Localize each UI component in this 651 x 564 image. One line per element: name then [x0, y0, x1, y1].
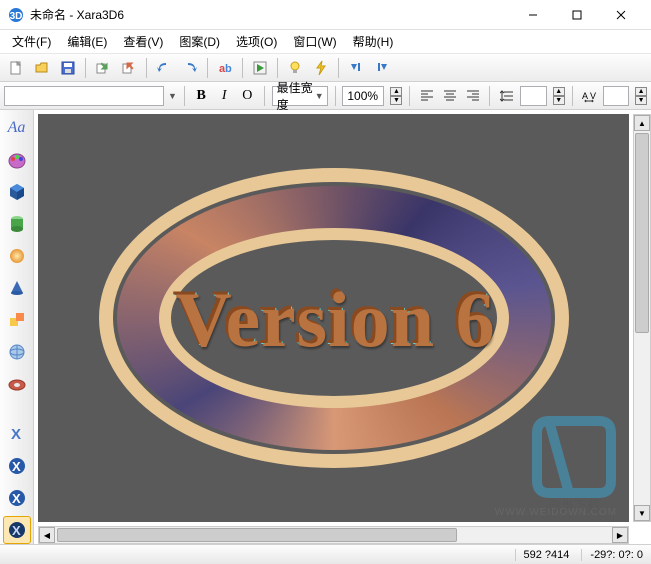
- x-tool-4[interactable]: X: [3, 516, 31, 544]
- status-coords: 592 ?414: [515, 549, 570, 561]
- svg-text:X: X: [12, 523, 21, 538]
- zoom-value: 100%: [347, 89, 378, 103]
- svg-text:X: X: [12, 491, 21, 506]
- 3d-scene: Version 6: [99, 168, 569, 468]
- sphere-tool[interactable]: [3, 242, 31, 270]
- horizontal-scroll-thumb[interactable]: [57, 528, 457, 542]
- status-angle: -29?: 0?: 0: [581, 549, 643, 561]
- fit-mode-select[interactable]: 最佳宽度▼: [272, 86, 328, 106]
- menu-edit[interactable]: 编辑(E): [59, 30, 115, 53]
- menu-view[interactable]: 查看(V): [115, 30, 171, 53]
- bulb-icon[interactable]: [283, 57, 307, 79]
- menu-file[interactable]: 文件(F): [4, 30, 59, 53]
- cone-tool[interactable]: [3, 274, 31, 302]
- torus-tool[interactable]: [3, 370, 31, 398]
- font-select[interactable]: [4, 86, 164, 106]
- fit-mode-label: 最佳宽度: [277, 79, 314, 113]
- italic-button[interactable]: I: [215, 85, 234, 107]
- align-left-button[interactable]: [417, 85, 436, 107]
- scroll-right-button[interactable]: ▶: [612, 527, 628, 543]
- vertical-scroll-thumb[interactable]: [635, 133, 649, 333]
- cylinder-tool[interactable]: [3, 210, 31, 238]
- palette-tool[interactable]: [3, 146, 31, 174]
- window-title: 未命名 - Xara3D6: [30, 6, 511, 23]
- svg-text:3D: 3D: [10, 11, 23, 22]
- open-button[interactable]: [30, 57, 54, 79]
- flash-icon[interactable]: [309, 57, 333, 79]
- menu-design[interactable]: 图案(D): [171, 30, 228, 53]
- close-button[interactable]: [599, 0, 643, 30]
- line-spacing-spinner[interactable]: ▲▼: [553, 87, 565, 105]
- menu-window[interactable]: 窗口(W): [285, 30, 344, 53]
- undo-button[interactable]: [152, 57, 176, 79]
- align-center-button[interactable]: [440, 85, 459, 107]
- main-toolbar: ab: [0, 54, 651, 82]
- svg-text:b: b: [225, 63, 232, 75]
- scroll-up-button[interactable]: ▲: [634, 115, 650, 131]
- x-tool-1[interactable]: X: [3, 420, 31, 448]
- menu-options[interactable]: 选项(O): [228, 30, 285, 53]
- scroll-left-button[interactable]: ◀: [39, 527, 55, 543]
- maximize-button[interactable]: [555, 0, 599, 30]
- anim-prev-button[interactable]: [344, 57, 368, 79]
- text-button[interactable]: ab: [213, 57, 237, 79]
- menu-bar: 文件(F) 编辑(E) 查看(V) 图案(D) 选项(O) 窗口(W) 帮助(H…: [0, 30, 651, 54]
- canvas-area: Version 6 微当下载 WWW.WEIDOWN.COM ▲ ▼ ◀ ▶: [34, 110, 651, 544]
- status-bar: 592 ?414 -29?: 0?: 0: [0, 544, 651, 564]
- tracking-spinner[interactable]: ▲▼: [635, 87, 647, 105]
- export-button[interactable]: [117, 57, 141, 79]
- viewport[interactable]: Version 6 微当下载 WWW.WEIDOWN.COM: [38, 114, 629, 522]
- horizontal-scrollbar[interactable]: ◀ ▶: [38, 526, 629, 544]
- 3d-text: Version 6: [173, 273, 493, 363]
- line-spacing-button[interactable]: [497, 85, 516, 107]
- tracking-value[interactable]: [603, 86, 630, 106]
- scroll-down-button[interactable]: ▼: [634, 505, 650, 521]
- watermark-url: WWW.WEIDOWN.COM: [495, 507, 617, 518]
- watermark-logo: 微当下载: [529, 411, 619, 514]
- shapes-tool[interactable]: [3, 306, 31, 334]
- import-button[interactable]: [91, 57, 115, 79]
- line-spacing-value[interactable]: [520, 86, 547, 106]
- outline-button[interactable]: O: [238, 85, 257, 107]
- align-right-button[interactable]: [463, 85, 482, 107]
- tracking-button[interactable]: AV: [579, 85, 598, 107]
- minimize-button[interactable]: [511, 0, 555, 30]
- work-area: Aa X X X X Version 6 微当下载 WWW.WEIDOWN.CO…: [0, 110, 651, 544]
- text-style-tool[interactable]: Aa: [3, 114, 31, 142]
- svg-text:X: X: [12, 459, 21, 474]
- x-tool-2[interactable]: X: [3, 452, 31, 480]
- play-button[interactable]: [248, 57, 272, 79]
- redo-button[interactable]: [178, 57, 202, 79]
- menu-help[interactable]: 帮助(H): [345, 30, 402, 53]
- zoom-select[interactable]: 100%: [342, 86, 384, 106]
- save-button[interactable]: [56, 57, 80, 79]
- svg-text:X: X: [11, 426, 21, 443]
- anim-next-button[interactable]: [370, 57, 394, 79]
- globe-tool[interactable]: [3, 338, 31, 366]
- zoom-spinner[interactable]: ▲▼: [390, 87, 402, 105]
- cube-tool[interactable]: [3, 178, 31, 206]
- format-toolbar: ▼ B I O 最佳宽度▼ 100% ▲▼ ▲▼ AV ▲▼: [0, 82, 651, 110]
- x-tool-3[interactable]: X: [3, 484, 31, 512]
- title-bar: 3D 未命名 - Xara3D6: [0, 0, 651, 30]
- side-toolbar: Aa X X X X: [0, 110, 34, 544]
- svg-text:A: A: [582, 91, 588, 101]
- bold-button[interactable]: B: [192, 85, 211, 107]
- vertical-scrollbar[interactable]: ▲ ▼: [633, 114, 651, 522]
- svg-text:V: V: [590, 91, 596, 101]
- new-button[interactable]: [4, 57, 28, 79]
- app-icon: 3D: [8, 7, 24, 23]
